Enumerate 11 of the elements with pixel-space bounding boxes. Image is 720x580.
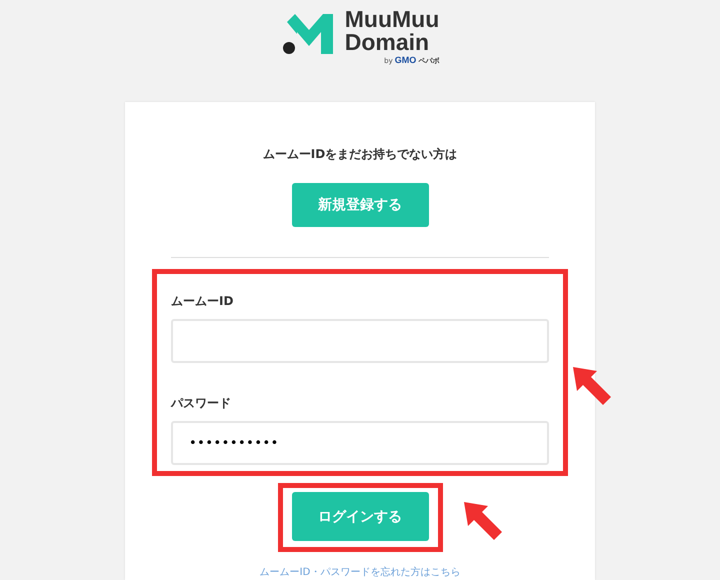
input-field[interactable]: ••••••••••• [171, 421, 549, 466]
logo-text: Domain [344, 31, 430, 54]
forgot-link[interactable]: ムームーID・パスワードを忘れた方はこちら [260, 565, 460, 580]
logo-text: MuuMuu [344, 8, 440, 31]
signup-prompt: ムームーIDをまだお持ちでない方は [262, 146, 458, 164]
input-field[interactable] [171, 319, 549, 364]
logo-company: GMO [394, 56, 416, 65]
field-label: パスワード [171, 395, 232, 412]
field-label: ムームーID [171, 293, 234, 310]
signup-button[interactable]: 新規登録する [292, 183, 428, 228]
login-button[interactable]: ログインする [292, 492, 428, 542]
